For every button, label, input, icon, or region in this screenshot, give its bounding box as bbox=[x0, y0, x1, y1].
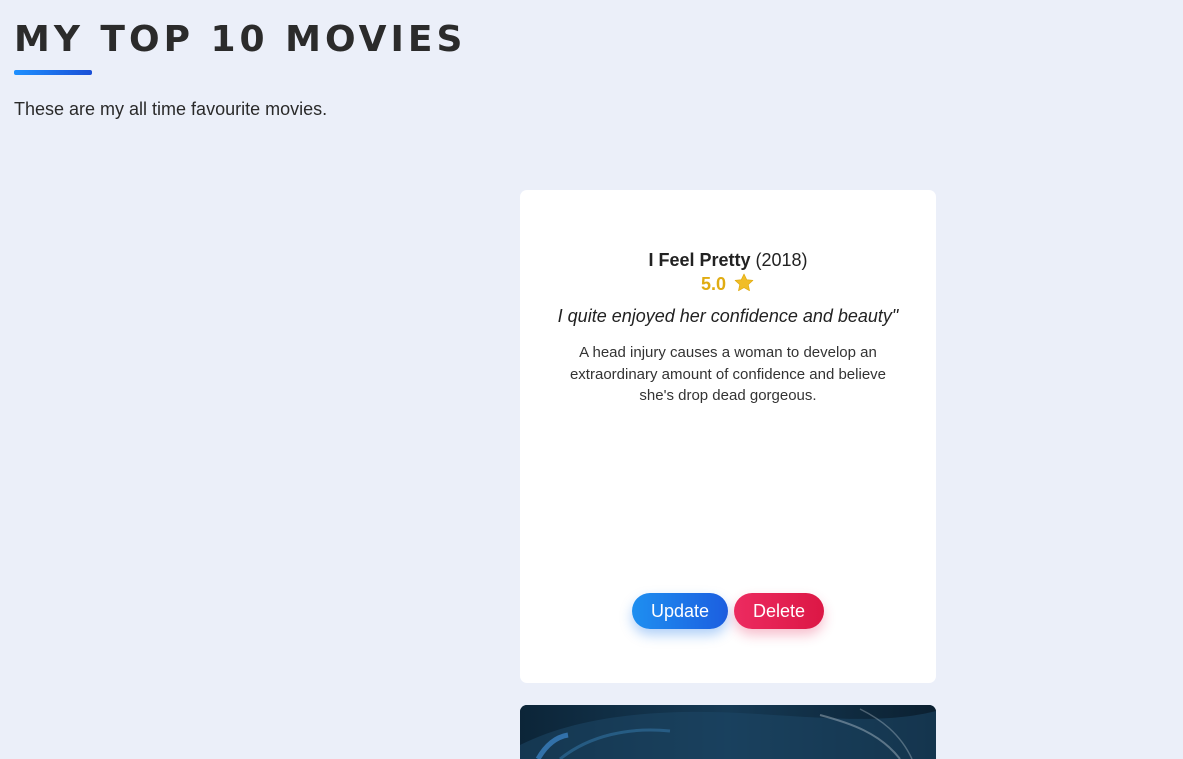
movie-year: (2018) bbox=[755, 250, 808, 270]
delete-button[interactable]: Delete bbox=[734, 593, 825, 629]
poster-image bbox=[520, 705, 936, 759]
star-icon bbox=[734, 273, 754, 292]
movie-card: I Feel Pretty (2018) 5.0 I quite enjoyed… bbox=[520, 190, 936, 683]
movie-title: I Feel Pretty bbox=[648, 250, 751, 270]
rating-value: 5.0 bbox=[700, 274, 726, 294]
title-underline bbox=[14, 70, 92, 75]
movie-heading: I Feel Pretty (2018) bbox=[520, 250, 936, 270]
update-button[interactable]: Update bbox=[631, 593, 728, 629]
page-header: MY TOP 10 MOVIES bbox=[14, 18, 466, 75]
page-subtitle: These are my all time favourite movies. bbox=[14, 99, 328, 119]
movie-review: I quite enjoyed her confidence and beaut… bbox=[557, 306, 899, 326]
movie-description: A head injury causes a woman to develop … bbox=[569, 344, 887, 404]
movie-poster bbox=[520, 705, 936, 759]
movie-rating: 5.0 bbox=[520, 272, 936, 296]
page-title: MY TOP 10 MOVIES bbox=[14, 19, 467, 60]
card-actions: Update Delete bbox=[520, 593, 936, 629]
